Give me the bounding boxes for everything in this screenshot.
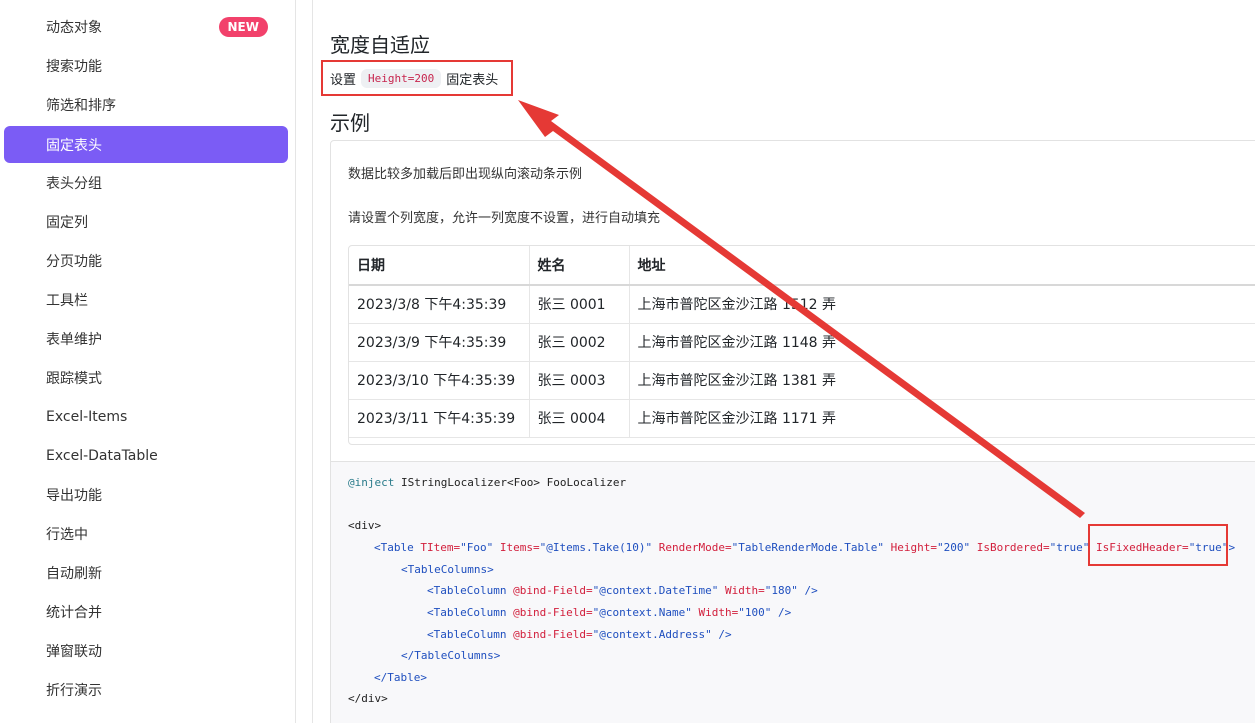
table-cell: 张三 0004 [529, 399, 630, 438]
sidebar-item-label: 表单维护 [46, 331, 102, 348]
code-chip: Height=200 [361, 68, 442, 88]
column-header-name: 姓名 [529, 246, 630, 286]
column-header-date: 日期 [349, 246, 530, 286]
code-line-column-1: <TableColumn @bind-Field="@context.DateT… [427, 584, 818, 597]
table-row: 2023/3/8 下午4:35:39 张三 0001 上海市普陀区金沙江路 15… [349, 285, 1255, 324]
annotation-box-fixed-header [1088, 524, 1228, 566]
table-cell: 张三 0001 [529, 285, 630, 324]
table-cell: 上海市普陀区金沙江路 1381 弄 [629, 361, 1255, 400]
sidebar-item-fixed-header[interactable]: 固定表头 [4, 126, 288, 163]
sidebar-item-dynamic-object[interactable]: 动态对象 NEW [4, 8, 288, 45]
desc-suffix: 固定表头 [446, 72, 499, 88]
code-line-columns-open: <TableColumns> [401, 563, 494, 576]
example-card: 数据比较多加载后即出现纵向滚动条示例 请设置个列宽度，允许一列宽度不设置，进行自… [330, 140, 1255, 723]
sidebar-item-label: 折行演示 [46, 682, 102, 699]
table-row: 2023/3/11 下午4:35:39 张三 0004 上海市普陀区金沙江路 1… [349, 399, 1255, 438]
table-cell: 上海市普陀区金沙江路 1171 弄 [629, 399, 1255, 438]
sidebar-item-label: 表头分组 [46, 175, 102, 192]
example-text-2: 请设置个列宽度，允许一列宽度不设置，进行自动填充 [348, 211, 661, 226]
sidebar-item-label: 自动刷新 [46, 565, 102, 582]
new-badge: NEW [218, 17, 268, 37]
sidebar-item-wrap-demo[interactable]: 折行演示 [4, 671, 288, 708]
table-row: 2023/3/9 下午4:35:39 张三 0002 上海市普陀区金沙江路 11… [349, 323, 1255, 362]
code-sample: @inject IStringLocalizer<Foo> FooLocaliz… [331, 461, 1255, 723]
column-header-address: 地址 [629, 246, 1255, 286]
sidebar-item-fixed-column[interactable]: 固定列 [4, 203, 288, 240]
sidebar-item-excel-items[interactable]: Excel-Items [4, 398, 288, 435]
sidebar-item-label: 导出功能 [46, 487, 102, 504]
example-text-1: 数据比较多加载后即出现纵向滚动条示例 [348, 167, 583, 182]
sidebar-item-stat-merge[interactable]: 统计合并 [4, 593, 288, 630]
table-cell: 上海市普陀区金沙江路 1512 弄 [629, 285, 1255, 324]
sidebar-item-form-maintain[interactable]: 表单维护 [4, 320, 288, 357]
sidebar-item-label: 动态对象 [46, 19, 102, 36]
data-table-container[interactable]: 日期 姓名 地址 2023/3/8 下午4:35:39 张三 0001 上海市普… [348, 245, 1255, 445]
table-cell: 2023/3/8 下午4:35:39 [349, 285, 530, 324]
section-title: 宽度自适应 [330, 33, 430, 57]
data-table: 日期 姓名 地址 2023/3/8 下午4:35:39 张三 0001 上海市普… [349, 246, 1255, 438]
sidebar-item-label: 跟踪模式 [46, 370, 102, 387]
sidebar-item-label: 搜索功能 [46, 58, 102, 75]
code-line-inject: @inject IStringLocalizer<Foo> FooLocaliz… [348, 476, 627, 489]
sidebar-item-pagination[interactable]: 分页功能 [4, 242, 288, 279]
table-cell: 2023/3/11 下午4:35:39 [349, 399, 530, 438]
description-highlight: 设置 Height=200 固定表头 [321, 60, 513, 96]
sidebar-item-excel-datatable[interactable]: Excel-DataTable [4, 437, 288, 474]
table-cell: 2023/3/9 下午4:35:39 [349, 323, 530, 362]
sidebar-item-row-select[interactable]: 行选中 [4, 515, 288, 552]
sidebar-item-label: 分页功能 [46, 253, 102, 270]
table-row: 2023/3/10 下午4:35:39 张三 0003 上海市普陀区金沙江路 1… [349, 361, 1255, 400]
table-cell: 张三 0002 [529, 323, 630, 362]
sidebar-item-label: Excel-Items [46, 408, 128, 425]
table-cell: 2023/3/10 下午4:35:39 [349, 361, 530, 400]
code-line-table-close: </Table> [374, 671, 427, 684]
code-line-div-close: </div> [348, 692, 388, 705]
sidebar-item-dialog-link[interactable]: 弹窗联动 [4, 632, 288, 669]
sidebar-item-label: 工具栏 [46, 292, 88, 309]
sidebar-item-tracking-mode[interactable]: 跟踪模式 [4, 359, 288, 396]
code-line-div-open: <div> [348, 519, 382, 532]
table-cell: 张三 0003 [529, 361, 630, 400]
main-content: 宽度自适应 设置 Height=200 固定表头 示例 数据比较多加载后即出现纵… [312, 0, 1255, 723]
sidebar-item-label: 弹窗联动 [46, 643, 102, 660]
sidebar-item-label: 固定表头 [46, 137, 102, 154]
sidebar-item-auto-refresh[interactable]: 自动刷新 [4, 554, 288, 591]
code-line-column-3: <TableColumn @bind-Field="@context.Addre… [427, 628, 732, 641]
example-title: 示例 [330, 111, 370, 135]
sidebar-item-label: 行选中 [46, 526, 88, 543]
table-cell: 上海市普陀区金沙江路 1148 弄 [629, 323, 1255, 362]
sidebar-item-label: Excel-DataTable [46, 447, 158, 464]
sidebar-item-filter-sort[interactable]: 筛选和排序 [4, 86, 288, 123]
sidebar: 动态对象 NEW 搜索功能 筛选和排序 固定表头 表头分组 固定列 分页功能 工… [0, 0, 296, 723]
sidebar-item-header-group[interactable]: 表头分组 [4, 164, 288, 201]
sidebar-item-export[interactable]: 导出功能 [4, 476, 288, 513]
desc-prefix: 设置 [330, 72, 357, 88]
sidebar-item-label: 筛选和排序 [46, 97, 116, 114]
sidebar-item-label: 固定列 [46, 214, 88, 231]
code-line-column-2: <TableColumn @bind-Field="@context.Name"… [427, 606, 792, 619]
code-line-columns-close: </TableColumns> [401, 649, 501, 662]
sidebar-item-toolbar[interactable]: 工具栏 [4, 281, 288, 318]
sidebar-item-search[interactable]: 搜索功能 [4, 47, 288, 84]
table-header-row: 日期 姓名 地址 [349, 246, 1255, 286]
sidebar-item-label: 统计合并 [46, 604, 102, 621]
